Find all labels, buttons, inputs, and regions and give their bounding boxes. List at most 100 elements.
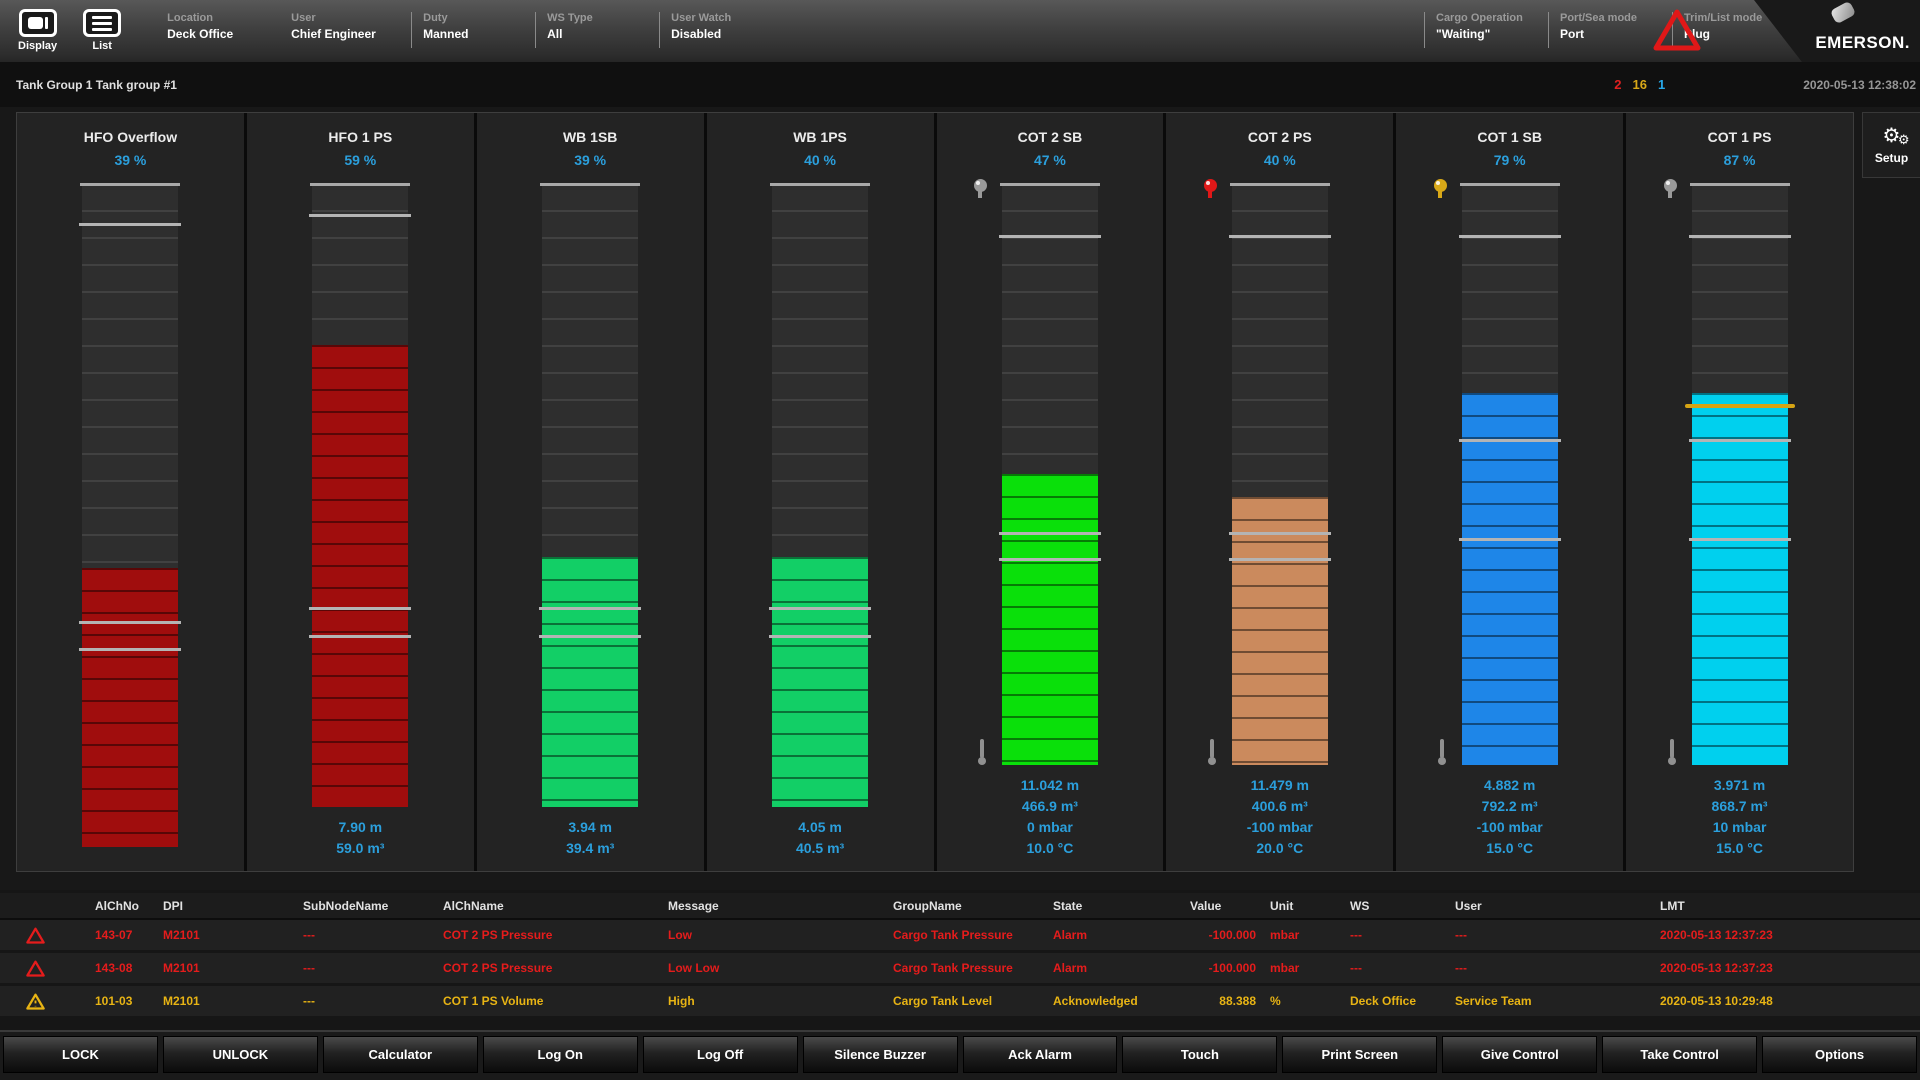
tank-name: COT 1 SB <box>1477 129 1542 145</box>
bottom-toolbar: LOCKUNLOCKCalculatorLog OnLog OffSilence… <box>0 1030 1920 1080</box>
tank-readouts: 7.90 m59.0 m³ <box>336 817 384 859</box>
tank-name: WB 1PS <box>793 129 847 145</box>
alarm-cell-unit: % <box>1270 994 1350 1008</box>
column-header-message: Message <box>668 899 893 913</box>
tank-name: HFO 1 PS <box>328 129 392 145</box>
setup-button[interactable]: ⚙⚙ Setup <box>1862 112 1920 178</box>
main-area: HFO Overflow 39 % HFO 1 PS 59 % 7.90 m59… <box>0 107 1920 890</box>
tank-panel-hfo-overflow[interactable]: HFO Overflow 39 % <box>17 113 247 871</box>
toolbar-button-log-on[interactable]: Log On <box>483 1036 638 1073</box>
toolbar-button-calculator[interactable]: Calculator <box>323 1036 478 1073</box>
display-icon <box>19 9 57 37</box>
alarm-count-yellow: 16 <box>1633 77 1647 92</box>
button-display[interactable]: Display <box>18 9 57 52</box>
tank-percent: 40 % <box>804 152 836 168</box>
gauge-tick <box>79 621 181 624</box>
alarm-cell-value: -100.000 <box>1190 928 1270 942</box>
alarm-cell-state: Alarm <box>1053 961 1190 975</box>
alarm-cell-unit: mbar <box>1270 961 1350 975</box>
gauge-tick <box>1229 532 1331 535</box>
alarm-cell-dpi: M2101 <box>163 928 303 942</box>
alarm-cell-user: --- <box>1455 961 1660 975</box>
tank-gauge <box>772 183 868 807</box>
alarm-cell-lmt: 2020-05-13 12:37:23 <box>1660 928 1920 942</box>
thermometer-icon <box>977 739 987 765</box>
toolbar-button-unlock[interactable]: UNLOCK <box>163 1036 318 1073</box>
alarm-cell-groupname: Cargo Tank Level <box>893 994 1053 1008</box>
gauge-tick <box>79 648 181 651</box>
gauge-tick <box>309 635 411 638</box>
tank-readouts: 3.94 m39.4 m³ <box>566 817 614 859</box>
button-list[interactable]: List <box>83 9 121 52</box>
tank-panel-cot-1-sb[interactable]: COT 1 SB 79 % 4.882 m792.2 m³-100 mbar15… <box>1396 113 1626 871</box>
column-header-user: User <box>1455 899 1660 913</box>
toolbar-button-ack-alarm[interactable]: Ack Alarm <box>963 1036 1118 1073</box>
column-header-state: State <box>1053 899 1190 913</box>
tank-readout-value: 0 mbar <box>1021 817 1079 838</box>
gauge-fill <box>772 557 868 807</box>
tank-readout-value: 792.2 m³ <box>1477 796 1543 817</box>
toolbar-button-log-off[interactable]: Log Off <box>643 1036 798 1073</box>
toolbar-button-lock[interactable]: LOCK <box>3 1036 158 1073</box>
tank-readouts: 11.479 m400.6 m³-100 mbar20.0 °C <box>1247 775 1313 859</box>
alarm-row[interactable]: 143-08M2101---COT 2 PS PressureLow LowCa… <box>0 953 1920 983</box>
thermometer-icon <box>1437 739 1447 765</box>
alarm-cell-alchname: COT 1 PS Volume <box>443 994 668 1008</box>
field-value: Manned <box>423 27 535 41</box>
header-field-duty: DutyManned <box>411 12 535 48</box>
gauge-tick <box>1689 235 1791 238</box>
tank-percent: 40 % <box>1264 152 1296 168</box>
toolbar-button-take-control[interactable]: Take Control <box>1602 1036 1757 1073</box>
gauge-fill <box>1462 393 1558 765</box>
tank-panel-wb-1sb[interactable]: WB 1SB 39 % 3.94 m39.4 m³ <box>477 113 707 871</box>
tank-percent: 39 % <box>114 152 146 168</box>
pressure-sensor-icon <box>974 179 987 192</box>
tank-panel-wb-1ps[interactable]: WB 1PS 40 % 4.05 m40.5 m³ <box>707 113 937 871</box>
alarm-cell-alchno: 143-08 <box>95 961 163 975</box>
tank-panel-cot-1-ps[interactable]: COT 1 PS 87 % 3.971 m868.7 m³10 mbar15.0… <box>1626 113 1853 871</box>
gauge-tick <box>1689 439 1791 442</box>
tank-readout-value: 59.0 m³ <box>336 838 384 859</box>
toolbar-button-options[interactable]: Options <box>1762 1036 1917 1073</box>
tank-panel-cot-2-ps[interactable]: COT 2 PS 40 % 11.479 m400.6 m³-100 mbar2… <box>1166 113 1396 871</box>
alarm-cell-user: Service Team <box>1455 994 1660 1008</box>
field-value: "Waiting" <box>1436 27 1548 41</box>
alarm-cell-value: -100.000 <box>1190 961 1270 975</box>
alarm-triangle-icon[interactable] <box>1652 8 1702 52</box>
alarm-cell-state: Alarm <box>1053 928 1190 942</box>
tank-gauge <box>82 183 178 847</box>
alarm-cell-subnodename: --- <box>303 961 443 975</box>
alarm-counts: 2 16 1 <box>1614 77 1665 92</box>
toolbar-button-silence-buzzer[interactable]: Silence Buzzer <box>803 1036 958 1073</box>
gauge-fill <box>1232 497 1328 765</box>
tank-name: COT 2 SB <box>1018 129 1083 145</box>
view-buttons: Display List <box>18 9 121 52</box>
gauge-fill <box>82 568 178 847</box>
field-label: User <box>291 12 411 24</box>
toolbar-button-give-control[interactable]: Give Control <box>1442 1036 1597 1073</box>
toolbar-button-print-screen[interactable]: Print Screen <box>1282 1036 1437 1073</box>
datetime: 2020-05-13 12:38:02 <box>1803 78 1916 92</box>
column-header-alchno: AlChNo <box>95 899 163 913</box>
status-bar: Tank Group 1 Tank group #1 2 16 1 2020-0… <box>0 62 1920 107</box>
gauge-fill <box>1692 393 1788 765</box>
tank-percent: 39 % <box>574 152 606 168</box>
alarm-cell-state: Acknowledged <box>1053 994 1190 1008</box>
alarm-row[interactable]: 143-07M2101---COT 2 PS PressureLowCargo … <box>0 920 1920 950</box>
alarm-cell-subnodename: --- <box>303 928 443 942</box>
alarm-count-blue: 1 <box>1658 77 1665 92</box>
tank-panel-cot-2-sb[interactable]: COT 2 SB 47 % 11.042 m466.9 m³0 mbar10.0… <box>937 113 1167 871</box>
gauge-fill <box>1002 474 1098 765</box>
gauge-tick <box>1459 439 1561 442</box>
toolbar-button-touch[interactable]: Touch <box>1122 1036 1277 1073</box>
alarm-row[interactable]: 101-03M2101---COT 1 PS VolumeHighCargo T… <box>0 986 1920 1016</box>
tank-readout-value: 3.971 m <box>1712 775 1768 796</box>
header-fields-left: LocationDeck OfficeUserChief EngineerDut… <box>163 12 783 48</box>
alarm-cell-message: Low Low <box>668 961 893 975</box>
tank-panel-hfo-1-ps[interactable]: HFO 1 PS 59 % 7.90 m59.0 m³ <box>247 113 477 871</box>
alarm-cell-unit: mbar <box>1270 928 1350 942</box>
top-header-bar: Display List LocationDeck OfficeUserChief… <box>0 0 1920 62</box>
gear-icon: ⚙⚙ <box>1883 126 1901 146</box>
alarm-table-header: AlChNoDPISubNodeNameAlChNameMessageGroup… <box>0 893 1920 920</box>
alarm-list-section: AlChNoDPISubNodeNameAlChNameMessageGroup… <box>0 890 1920 1030</box>
